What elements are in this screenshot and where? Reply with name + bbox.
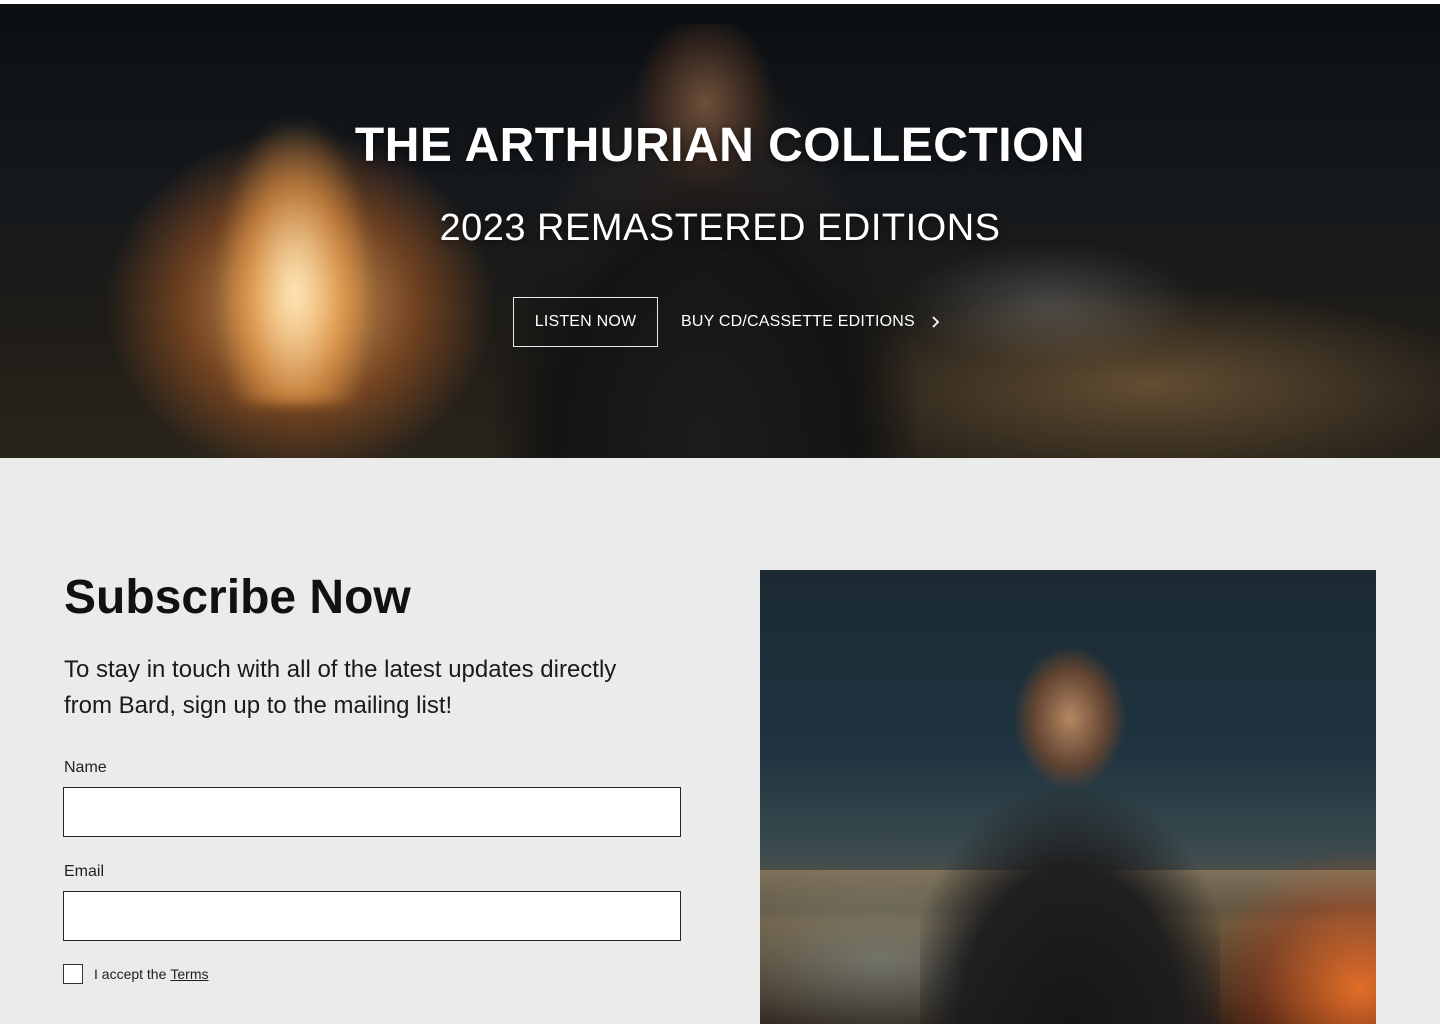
chevron-right-icon [929,315,943,329]
email-label: Email [64,863,105,880]
buy-editions-link[interactable]: BUY CD/CASSETTE EDITIONS [681,313,943,331]
listen-now-button[interactable]: LISTEN NOW [513,297,658,347]
artist-portrait-image [760,570,1376,1024]
terms-row: I accept the Terms [63,964,209,984]
hero-title: THE ARTHURIAN COLLECTION [354,119,1086,172]
hero-content: THE ARTHURIAN COLLECTION 2023 REMASTERED… [0,4,1440,458]
name-input[interactable] [63,787,681,837]
buy-editions-label: BUY CD/CASSETTE EDITIONS [681,313,915,330]
name-label: Name [64,759,107,776]
terms-prefix: I accept the [94,966,167,982]
portrait-artist-figure [920,630,1220,1024]
email-input[interactable] [63,891,681,941]
terms-checkbox[interactable] [63,964,83,984]
hero-actions: LISTEN NOW BUY CD/CASSETTE EDITIONS [513,297,943,347]
subscribe-title: Subscribe Now [64,571,411,624]
subscribe-description: To stay in touch with all of the latest … [64,656,617,719]
terms-link[interactable]: Terms [170,966,208,982]
hero-subtitle: 2023 REMASTERED EDITIONS [439,207,1001,249]
hero-banner: THE ARTHURIAN COLLECTION 2023 REMASTERED… [0,4,1440,458]
